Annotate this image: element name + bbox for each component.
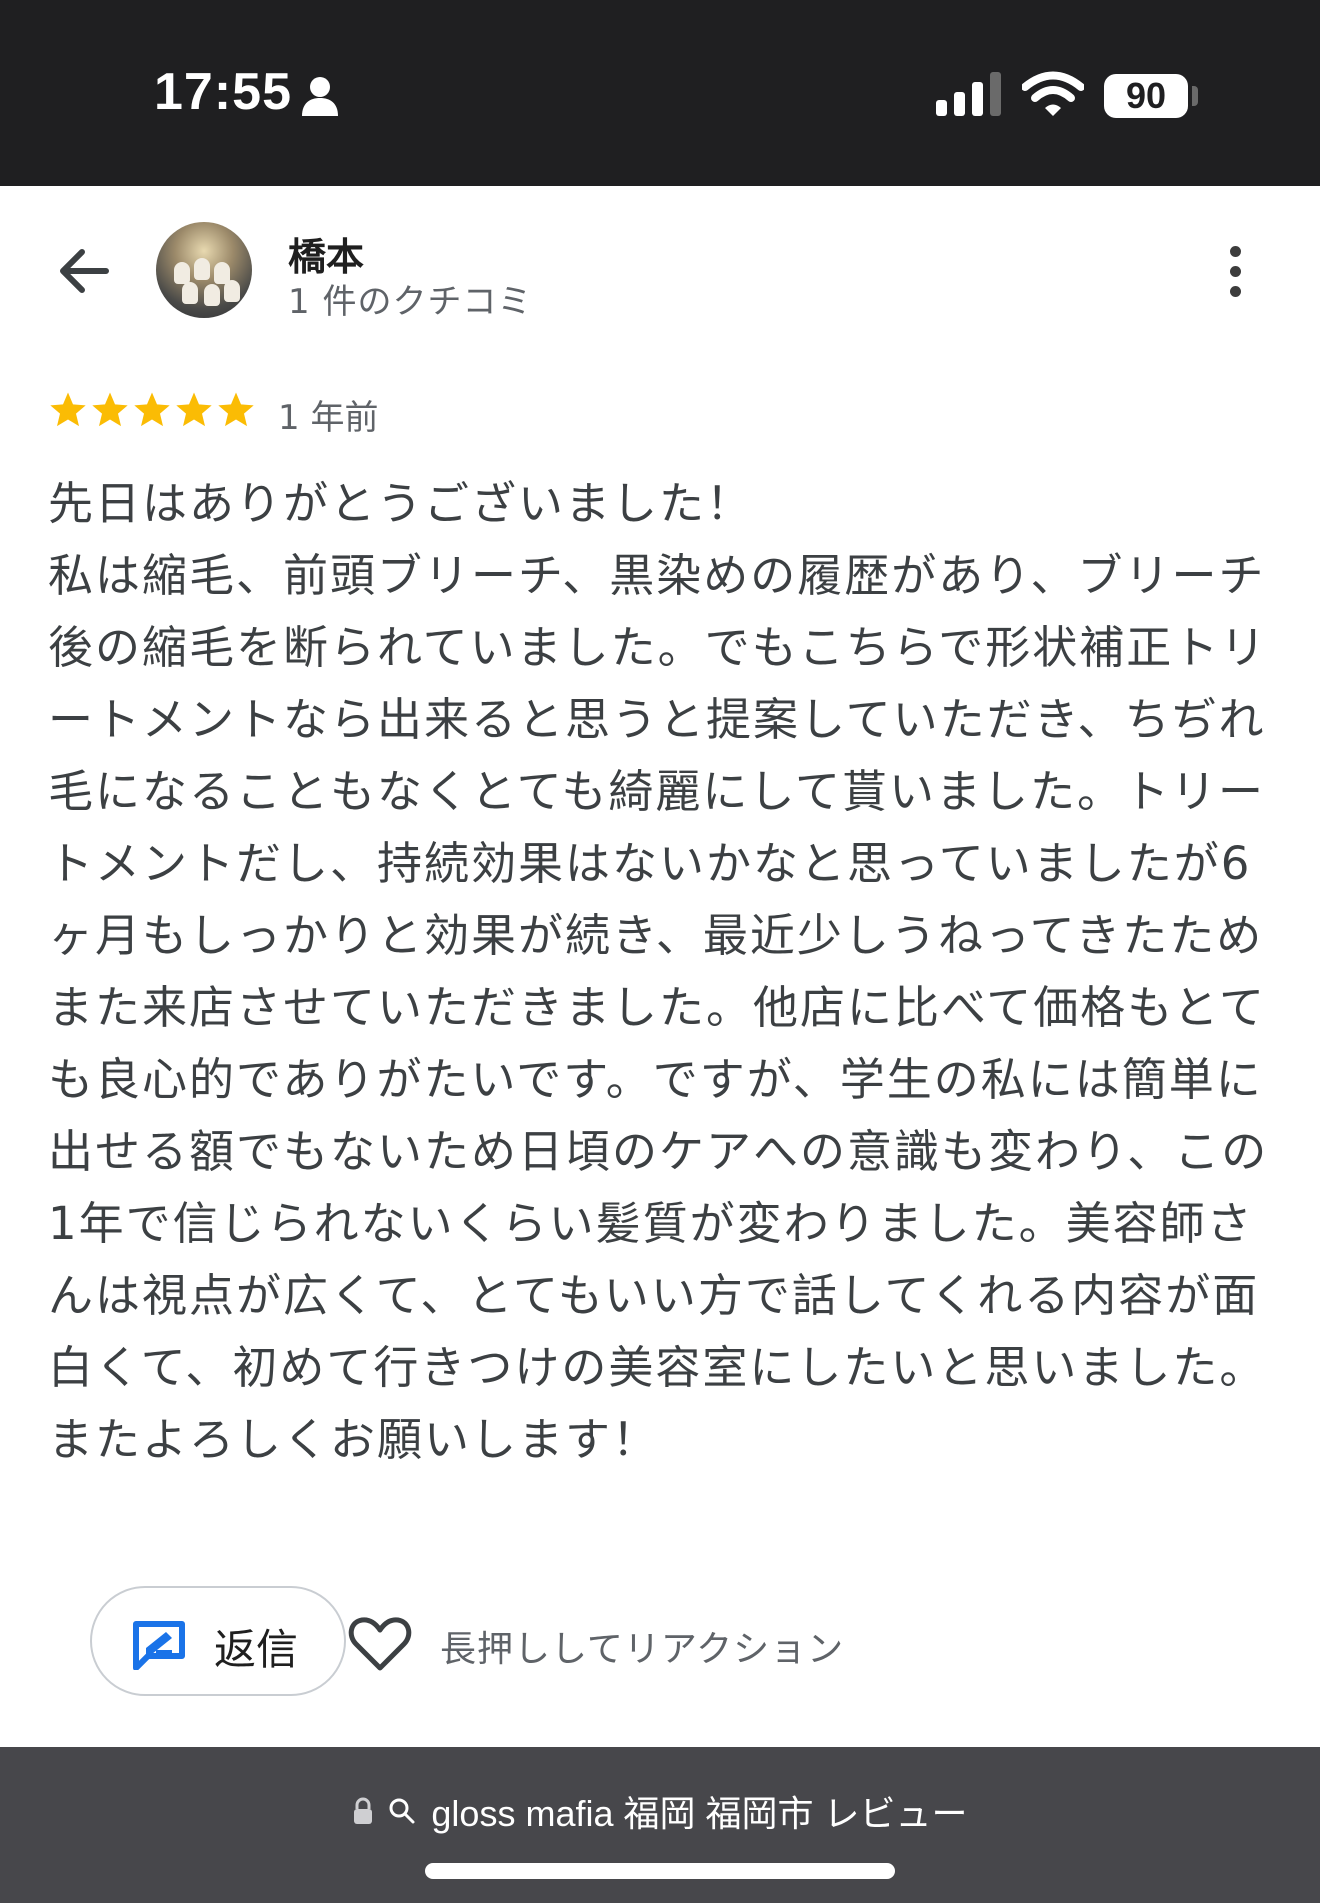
arrow-left-icon[interactable]	[50, 236, 120, 306]
wifi-icon	[1022, 71, 1084, 116]
browser-bottom-bar: gloss mafia 福岡 福岡市 レビュー	[0, 1747, 1320, 1903]
status-bar: 17:55 90	[0, 0, 1320, 186]
person-icon	[302, 77, 338, 116]
avatar[interactable]	[156, 222, 252, 318]
reply-label: 返信	[214, 1625, 299, 1674]
reply-button[interactable]: 返信	[90, 1586, 346, 1696]
review-time: 1 年前	[278, 398, 379, 438]
star-rating	[48, 390, 258, 434]
reviewer-name[interactable]: 橋本	[288, 226, 364, 281]
status-time: 17:55	[154, 63, 292, 121]
home-indicator[interactable]	[425, 1863, 895, 1879]
reviewer-review-count: 1 件のクチコミ	[288, 282, 533, 322]
star-icon	[134, 392, 170, 427]
review-header: 橋本 1 件のクチコミ	[0, 186, 1320, 356]
star-icon	[218, 392, 254, 427]
signal-icon	[936, 72, 1001, 116]
review-text: 先日はありがとうございました！ 私は縮毛、前頭ブリーチ、黒染めの履歴があり、ブリ…	[48, 477, 1269, 1466]
review-actions: 返信 長押ししてリアクション	[0, 1586, 1320, 1702]
heart-outline-icon[interactable]	[348, 1614, 412, 1674]
search-query: gloss mafia 福岡 福岡市 レビュー	[431, 1793, 968, 1834]
more-vert-icon[interactable]	[1216, 242, 1256, 302]
url-bar[interactable]: gloss mafia 福岡 福岡市 レビュー	[0, 1785, 1320, 1837]
battery-icon: 90	[1104, 74, 1188, 118]
battery-tip	[1192, 86, 1198, 106]
reaction-hint: 長押ししてリアクション	[440, 1629, 845, 1670]
star-icon	[176, 392, 212, 427]
search-icon	[389, 1798, 415, 1824]
star-icon	[92, 392, 128, 427]
star-icon	[50, 392, 86, 427]
lock-icon	[353, 1797, 372, 1824]
reply-edit-icon	[133, 1621, 185, 1670]
